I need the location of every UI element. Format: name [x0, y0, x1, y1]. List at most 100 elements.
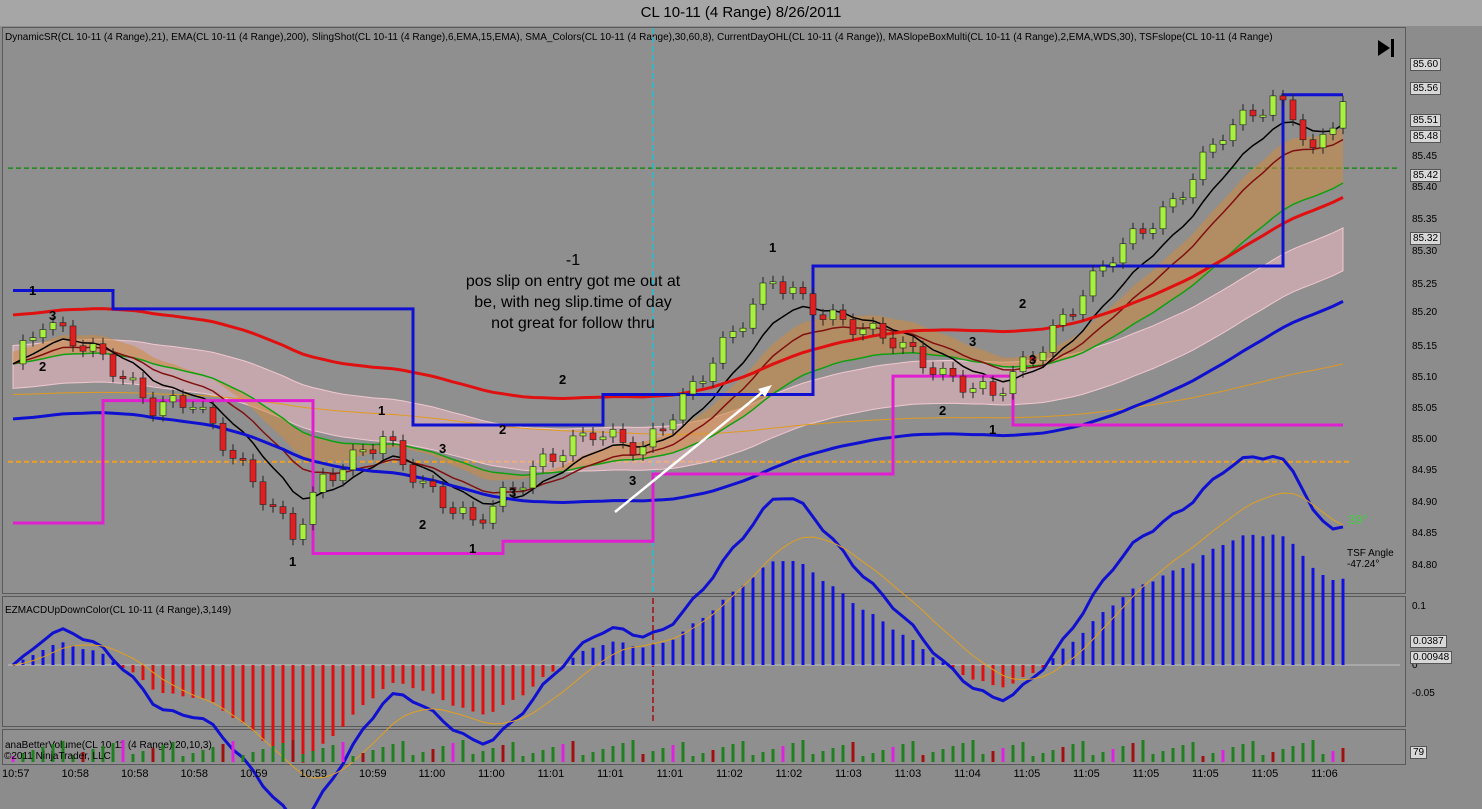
- candle: [1169, 198, 1177, 208]
- time-tick: 10:58: [121, 768, 149, 780]
- candle: [619, 429, 627, 443]
- candle: [559, 455, 567, 462]
- candle: [839, 309, 847, 320]
- swing-label: 2: [559, 372, 567, 387]
- candle: [989, 381, 997, 396]
- candle: [569, 435, 577, 457]
- candle: [339, 469, 347, 481]
- candle: [969, 388, 977, 393]
- candle: [1259, 114, 1267, 118]
- candle: [389, 436, 397, 441]
- candle: [139, 377, 147, 399]
- tsf-angle-readout: TSF Angle -47.24°: [1347, 548, 1394, 570]
- candle: [1089, 270, 1097, 297]
- candle: [359, 449, 367, 453]
- time-tick: 10:58: [180, 768, 209, 780]
- candle: [1009, 371, 1017, 394]
- candle: [1219, 140, 1227, 145]
- candle: [759, 282, 767, 305]
- candle: [539, 453, 547, 467]
- macd-tick: -0.05: [1412, 688, 1435, 699]
- candle: [89, 343, 97, 352]
- candle: [69, 325, 77, 347]
- candle: [739, 327, 747, 332]
- candle: [329, 473, 337, 481]
- time-tick: 11:05: [1251, 768, 1279, 780]
- time-tick: 11:01: [537, 768, 565, 780]
- candle: [1129, 228, 1137, 245]
- price-box: 85.56: [1410, 82, 1442, 95]
- candle: [1339, 101, 1347, 129]
- candle: [459, 507, 467, 514]
- swing-label: 2: [499, 422, 507, 437]
- time-tick: 11:00: [418, 768, 446, 780]
- candle: [589, 432, 597, 441]
- candle: [889, 337, 897, 349]
- tsf-angle-degrees: 39°: [1348, 512, 1368, 527]
- time-tick: 10:57: [2, 768, 30, 780]
- candle: [429, 480, 437, 487]
- play-end-icon: [1378, 40, 1390, 56]
- price-tick: 85.30: [1412, 246, 1438, 257]
- candle: [679, 393, 687, 421]
- candle: [909, 342, 917, 347]
- candle: [949, 367, 957, 377]
- candle: [379, 436, 387, 454]
- candle: [629, 442, 637, 456]
- candle: [1289, 99, 1297, 121]
- tsf-angle-label: TSF Angle: [1347, 548, 1394, 559]
- candle: [1079, 295, 1087, 315]
- candle: [849, 319, 857, 335]
- trade-annotation: -1 pos slip on entry got me out at be, w…: [430, 250, 716, 334]
- time-tick: 10:59: [299, 768, 328, 780]
- price-tick: 85.00: [1412, 434, 1438, 445]
- candle: [749, 303, 757, 329]
- time-tick: 11:00: [478, 768, 505, 780]
- candle: [99, 343, 107, 355]
- price-tick: 85.20: [1412, 307, 1438, 318]
- candle: [279, 506, 287, 514]
- swing-label: 1: [29, 283, 37, 298]
- swing-label: 2: [939, 403, 947, 418]
- swing-label: 1: [989, 422, 997, 437]
- price-tick: 85.15: [1412, 341, 1438, 352]
- candle: [1189, 179, 1197, 199]
- candle: [819, 314, 827, 320]
- chart-canvas: [8, 28, 1400, 809]
- annotation-line-3: be, with neg slip.time of day: [474, 294, 672, 311]
- volume-box: 79: [1410, 746, 1428, 759]
- candle: [1329, 127, 1337, 135]
- candle: [119, 376, 127, 380]
- candle: [699, 381, 707, 384]
- swing-label: 3: [509, 485, 517, 500]
- candle: [1059, 314, 1067, 326]
- price-tick: 85.45: [1412, 151, 1438, 162]
- annotation-line-1: -1: [565, 252, 581, 269]
- candle: [1019, 356, 1027, 373]
- candle: [799, 287, 807, 295]
- candle: [289, 512, 297, 540]
- candle: [349, 449, 357, 471]
- macd-box: 0.0387: [1410, 635, 1447, 648]
- time-tick: 11:01: [656, 768, 684, 780]
- candle: [419, 480, 427, 484]
- candle: [549, 453, 557, 462]
- candle: [299, 524, 307, 540]
- candle: [959, 375, 967, 393]
- candle: [59, 322, 67, 327]
- candle: [29, 337, 37, 341]
- candle: [829, 309, 837, 320]
- tsf-angle-value: -47.24°: [1347, 559, 1380, 570]
- candle: [809, 293, 817, 316]
- time-tick: 11:02: [716, 768, 743, 780]
- candle: [719, 337, 727, 364]
- candle: [209, 406, 217, 424]
- candle: [769, 281, 777, 285]
- swing-label: 1: [769, 240, 777, 255]
- time-tick: 11:05: [1073, 768, 1100, 780]
- candle: [1159, 206, 1167, 230]
- candle: [659, 428, 667, 432]
- candle: [109, 353, 117, 377]
- candle: [479, 519, 487, 524]
- annotation-line-2: pos slip on entry got me out at: [465, 273, 681, 290]
